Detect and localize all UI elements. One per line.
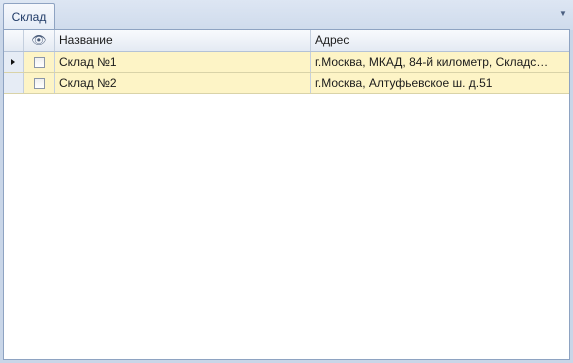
- row-indicator-header: [4, 30, 24, 51]
- row-checkbox-cell: [24, 52, 55, 72]
- row-checkbox[interactable]: [33, 57, 45, 68]
- cell-name[interactable]: Склад №1: [55, 52, 311, 72]
- tab-strip: Склад ▼: [0, 0, 573, 30]
- cell-name[interactable]: Склад №2: [55, 73, 311, 93]
- warehouse-grid: 👁 Название Адрес Склад №1 г.Москва, МКАД…: [3, 29, 570, 360]
- column-header-name[interactable]: Название: [55, 30, 311, 51]
- table-row[interactable]: Склад №1 г.Москва, МКАД, 84-й километр, …: [4, 52, 569, 73]
- row-indicator-cell: [4, 52, 24, 72]
- cell-address[interactable]: г.Москва, Алтуфьевское ш. д.51: [311, 73, 569, 93]
- row-indicator-cell: [4, 73, 24, 93]
- tab-sklad[interactable]: Склад: [3, 3, 55, 30]
- tab-menu-chevron-icon[interactable]: ▼: [559, 10, 567, 18]
- eye-icon: 👁: [31, 33, 47, 47]
- current-row-arrow-icon: [11, 59, 15, 65]
- column-header-address[interactable]: Адрес: [311, 30, 569, 51]
- grid-header: 👁 Название Адрес: [4, 30, 569, 52]
- row-checkbox-cell: [24, 73, 55, 93]
- visibility-column-header[interactable]: 👁: [24, 30, 55, 51]
- row-checkbox[interactable]: [33, 78, 45, 89]
- table-row[interactable]: Склад №2 г.Москва, Алтуфьевское ш. д.51: [4, 73, 569, 94]
- cell-address[interactable]: г.Москва, МКАД, 84-й километр, Складс…: [311, 52, 569, 72]
